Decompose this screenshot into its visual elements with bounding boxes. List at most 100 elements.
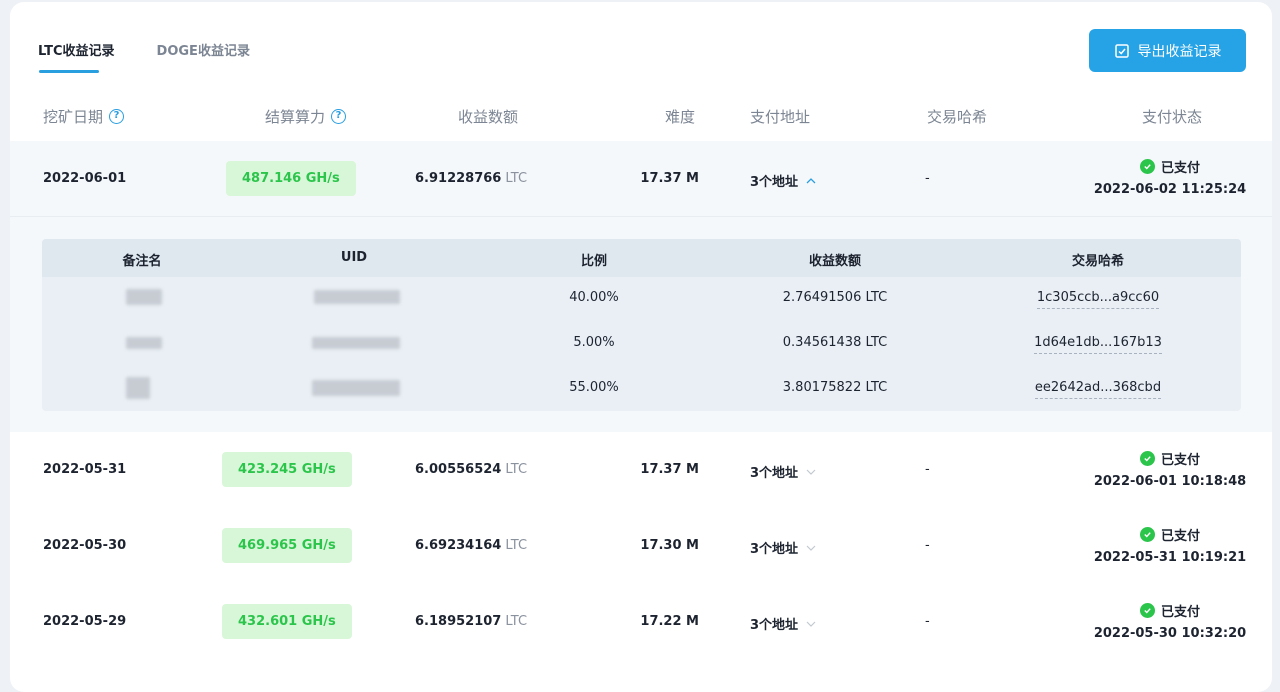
- check-icon: [1139, 451, 1155, 466]
- header-date-label: 挖矿日期: [43, 108, 104, 126]
- txhash-link[interactable]: 1c305ccb...a9cc60: [1036, 290, 1160, 309]
- table-row: 2022-06-01 487.146 GH/s 6.91228766 LTC 17…: [10, 141, 1272, 432]
- tab-ltc-earnings[interactable]: LTC收益记录: [38, 42, 115, 74]
- row-date: 2022-05-30: [43, 538, 127, 553]
- hashrate-badge: 432.601 GH/s: [222, 604, 352, 639]
- address-toggle[interactable]: 3个地址: [750, 614, 816, 633]
- amount-value: 6.00556524: [415, 462, 502, 477]
- breakdown-header: 备注名 UID 比例 收益数额 交易哈希: [42, 239, 1241, 277]
- tab-doge-earnings[interactable]: DOGE收益记录: [157, 42, 250, 74]
- export-icon: [1114, 43, 1129, 58]
- chevron-up-icon: [806, 177, 816, 183]
- row-divider: [10, 216, 1272, 217]
- header-txhash: 交易哈希: [927, 108, 988, 126]
- check-icon: [1139, 603, 1155, 618]
- header-date: 挖矿日期 ?: [43, 106, 125, 127]
- status-label: 已支付: [1160, 453, 1200, 468]
- sub-amount: 3.80175822 LTC: [782, 380, 888, 395]
- redacted-remark: [126, 289, 162, 305]
- amount-unit: LTC: [505, 171, 528, 186]
- row-txhash: -: [925, 538, 930, 553]
- table-row: 2022-05-31 423.245 GH/s 6.00556524 LTC 17…: [10, 432, 1272, 508]
- status-label: 已支付: [1160, 605, 1200, 620]
- txhash-link[interactable]: 1d64e1db...167b13: [1034, 335, 1162, 354]
- header-uid: UID: [340, 250, 368, 265]
- paid-timestamp: 2022-05-30 10:32:20: [1093, 626, 1247, 641]
- hashrate-badge: 469.965 GH/s: [222, 528, 352, 563]
- address-toggle[interactable]: 3个地址: [750, 538, 816, 557]
- header-status: 支付状态: [1142, 108, 1203, 126]
- amount-value: 6.18952107: [415, 614, 502, 629]
- redacted-uid: [312, 380, 400, 396]
- paid-timestamp: 2022-06-01 10:18:48: [1093, 474, 1247, 489]
- header-hashrate: 结算算力 ?: [265, 106, 347, 127]
- redacted-remark: [126, 337, 162, 349]
- row-difficulty: 17.37 M: [640, 462, 699, 477]
- row-amount: 6.69234164 LTC: [415, 538, 527, 553]
- breakdown-row: 40.00% 2.76491506 LTC 1c305ccb...a9cc60: [42, 277, 1241, 322]
- amount-value: 6.69234164: [415, 538, 502, 553]
- sub-txhash: 1c305ccb...a9cc60: [1018, 290, 1178, 309]
- row-difficulty: 17.22 M: [640, 614, 699, 629]
- paid-timestamp: 2022-06-02 11:25:24: [1093, 182, 1247, 197]
- sub-txhash: ee2642ad...368cbd: [1018, 380, 1178, 399]
- breakdown-row: 55.00% 3.80175822 LTC ee2642ad...368cbd: [42, 367, 1241, 412]
- status-label: 已支付: [1160, 529, 1200, 544]
- redacted-uid: [314, 290, 400, 304]
- sub-txhash: 1d64e1db...167b13: [1018, 335, 1178, 354]
- export-label: 导出收益记录: [1137, 43, 1222, 60]
- row-txhash: -: [925, 171, 930, 186]
- row-txhash: -: [925, 614, 930, 629]
- txhash-link[interactable]: ee2642ad...368cbd: [1034, 380, 1162, 399]
- amount-unit: LTC: [505, 614, 528, 629]
- address-count: 3个地址: [750, 618, 799, 633]
- paid-timestamp: 2022-05-31 10:19:21: [1093, 550, 1247, 565]
- header-difficulty: 难度: [665, 108, 696, 126]
- hashrate-badge: 423.245 GH/s: [222, 452, 352, 487]
- amount-unit: LTC: [505, 462, 528, 477]
- row-difficulty: 17.30 M: [640, 538, 699, 553]
- table-row: 2022-05-29 432.601 GH/s 6.18952107 LTC 17…: [10, 584, 1272, 660]
- header-ratio: 比例: [580, 254, 607, 269]
- sub-ratio: 40.00%: [569, 290, 619, 305]
- redacted-uid: [312, 337, 400, 349]
- address-toggle[interactable]: 3个地址: [750, 462, 816, 481]
- address-count: 3个地址: [750, 175, 799, 190]
- amount-unit: LTC: [505, 538, 528, 553]
- address-count: 3个地址: [750, 466, 799, 481]
- help-icon[interactable]: ?: [331, 109, 347, 124]
- breakdown-row: 5.00% 0.34561438 LTC 1d64e1db...167b13: [42, 322, 1241, 367]
- header-address: 支付地址: [750, 108, 811, 126]
- row-date: 2022-06-01: [43, 171, 127, 186]
- hashrate-badge: 487.146 GH/s: [226, 161, 356, 196]
- amount-value: 6.91228766: [415, 171, 502, 186]
- table-row: 2022-05-30 469.965 GH/s 6.69234164 LTC 17…: [10, 508, 1272, 584]
- tab-bar: LTC收益记录 DOGE收益记录: [38, 42, 250, 74]
- header-remark: 备注名: [122, 254, 162, 269]
- check-icon: [1139, 527, 1155, 542]
- header-sub-txhash: 交易哈希: [1071, 254, 1124, 269]
- row-amount: 6.91228766 LTC: [415, 171, 527, 186]
- status-label: 已支付: [1160, 161, 1200, 176]
- header-sub-amount: 收益数额: [808, 254, 861, 269]
- row-date: 2022-05-31: [43, 462, 127, 477]
- payment-status: 已支付 2022-05-30 10:32:20: [1090, 601, 1250, 641]
- earnings-card: LTC收益记录 DOGE收益记录 导出收益记录 挖矿日期 ? 结算算力 ? 收益…: [10, 2, 1272, 692]
- help-icon[interactable]: ?: [109, 109, 125, 124]
- payment-status: 已支付 2022-06-01 10:18:48: [1090, 449, 1250, 489]
- sub-ratio: 55.00%: [569, 380, 619, 395]
- row-difficulty: 17.37 M: [640, 171, 699, 186]
- row-amount: 6.18952107 LTC: [415, 614, 527, 629]
- chevron-down-icon: [806, 469, 816, 475]
- address-toggle[interactable]: 3个地址: [750, 171, 816, 190]
- payment-status: 已支付 2022-06-02 11:25:24: [1090, 157, 1250, 197]
- header-amount: 收益数额: [458, 108, 519, 126]
- header-hashrate-label: 结算算力: [265, 108, 326, 126]
- sub-ratio: 5.00%: [573, 335, 615, 350]
- payment-status: 已支付 2022-05-31 10:19:21: [1090, 525, 1250, 565]
- check-icon: [1139, 159, 1155, 174]
- export-earnings-button[interactable]: 导出收益记录: [1089, 29, 1246, 72]
- row-txhash: -: [925, 462, 930, 477]
- chevron-down-icon: [806, 621, 816, 627]
- chevron-down-icon: [806, 545, 816, 551]
